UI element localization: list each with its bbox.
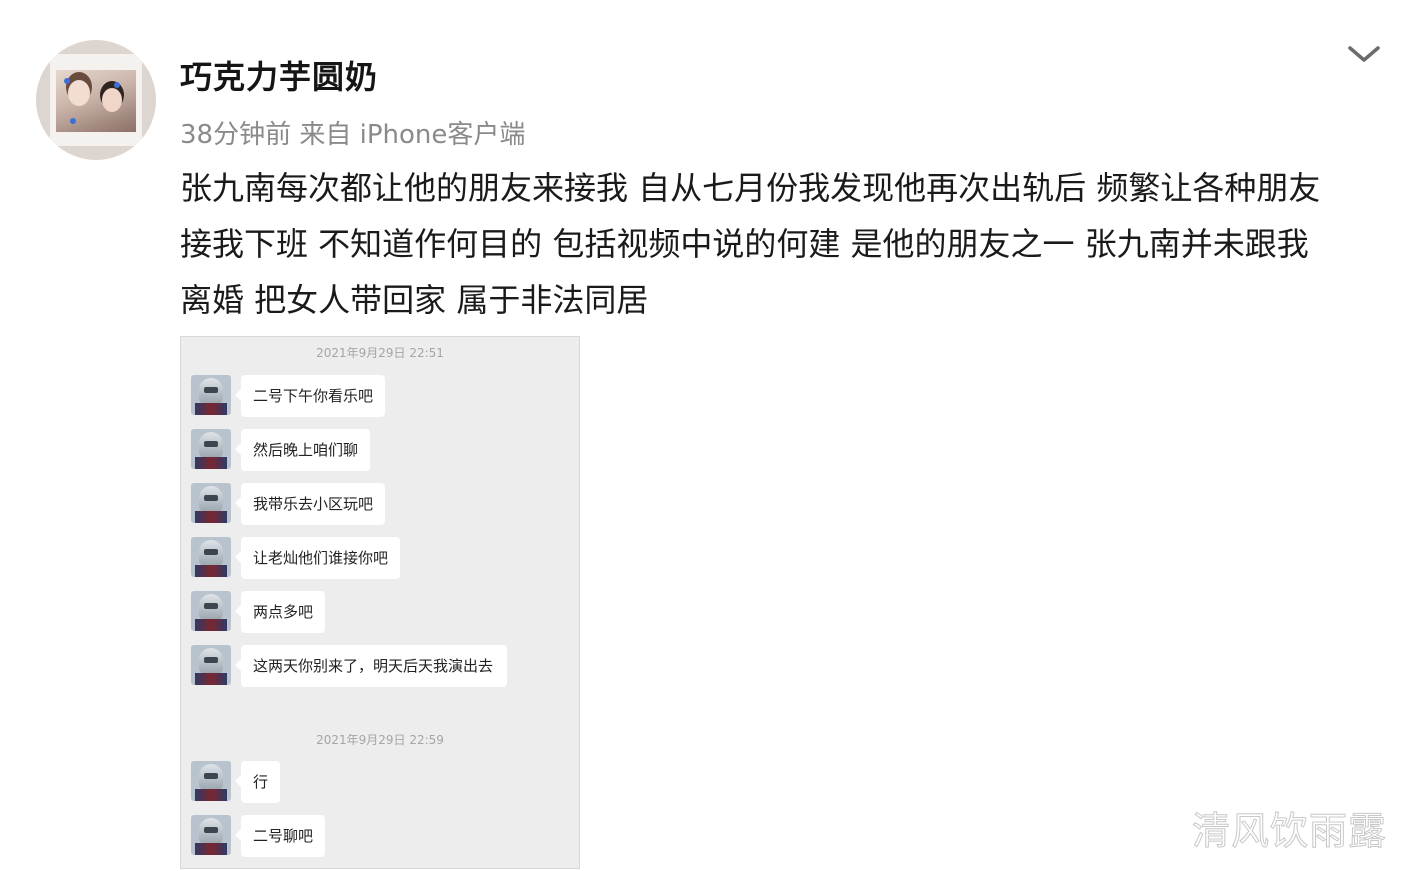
chevron-down-icon[interactable] bbox=[1346, 40, 1382, 68]
chat-bubble: 二号聊吧 bbox=[234, 815, 326, 857]
chat-bubble: 我带乐去小区玩吧 bbox=[234, 483, 386, 525]
chat-bubble: 行 bbox=[234, 761, 281, 803]
post-body-line: 张九南每次都让他的朋友来接我 自从七月份我发现他再次出轨后 频繁让各种朋友 bbox=[180, 169, 1321, 207]
user-avatar[interactable] bbox=[36, 40, 156, 160]
heart-sticker-icon bbox=[114, 82, 120, 88]
chat-bubble: 两点多吧 bbox=[234, 591, 326, 633]
chat-timestamp: 2021年9月29日 22:59 bbox=[316, 733, 444, 747]
post-body: 张九南每次都让他的朋友来接我 自从七月份我发现他再次出轨后 频繁让各种朋友 接我… bbox=[180, 160, 1390, 328]
watermark: 清风饮雨露 bbox=[1191, 809, 1388, 854]
post-body-line: 接我下班 不知道作何目的 包括视频中说的何建 是他的朋友之一 张九南并未跟我 bbox=[180, 225, 1309, 263]
username[interactable]: 巧克力芋圆奶 bbox=[180, 52, 378, 98]
post-meta: 38分钟前 来自 iPhone客户端 bbox=[180, 120, 526, 150]
avatar-photo-frame bbox=[50, 54, 142, 146]
post-body-line: 离婚 把女人带回家 属于非法同居 bbox=[180, 281, 649, 319]
chat-avatar bbox=[191, 375, 231, 415]
chat-avatar bbox=[191, 537, 231, 577]
heart-sticker-icon bbox=[70, 118, 76, 124]
chat-bubble: 这两天你别来了，明天后天我演出去 bbox=[235, 645, 507, 687]
chat-screenshot-image[interactable]: 2021年9月29日 22:51 二号下午你看乐吧 然后晚上咱们聊 我带乐去小区… bbox=[180, 336, 580, 869]
avatar-person-left bbox=[68, 80, 90, 106]
chat-bubble: 让老灿他们谁接你吧 bbox=[234, 537, 401, 579]
chat-avatar bbox=[191, 591, 231, 631]
chat-avatar bbox=[191, 761, 231, 801]
chat-avatar bbox=[191, 429, 231, 469]
chat-bubble: 然后晚上咱们聊 bbox=[234, 429, 371, 471]
chat-bubble: 二号下午你看乐吧 bbox=[234, 375, 386, 417]
chat-avatar bbox=[191, 815, 231, 855]
chat-avatar bbox=[191, 645, 231, 685]
chat-timestamp: 2021年9月29日 22:51 bbox=[316, 346, 444, 360]
avatar-person-right bbox=[102, 88, 122, 112]
heart-sticker-icon bbox=[64, 78, 70, 84]
chat-avatar bbox=[191, 483, 231, 523]
